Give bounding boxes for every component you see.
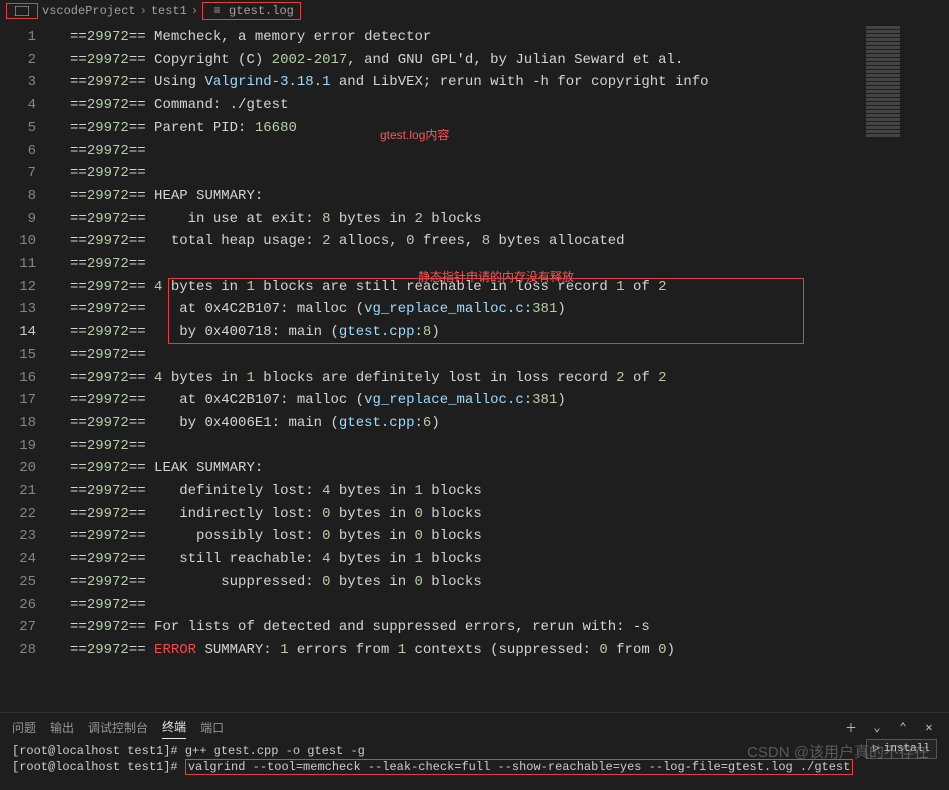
code-line: ==29972== still reachable: 4 bytes in 1 …: [70, 548, 859, 571]
line-number: 23: [0, 525, 50, 548]
line-number: 6: [0, 140, 50, 163]
chevron-down-icon[interactable]: ⌄: [869, 720, 885, 735]
code-line: ==29972== LEAK SUMMARY:: [70, 457, 859, 480]
line-number: 10: [0, 230, 50, 253]
tab-output[interactable]: 输出: [50, 716, 74, 739]
code-line: ==29972== 4 bytes in 1 blocks are defini…: [70, 367, 859, 390]
code-line: ==29972== suppressed: 0 bytes in 0 block…: [70, 571, 859, 594]
code-line: ==29972== For lists of detected and supp…: [70, 616, 859, 639]
line-number: 5: [0, 117, 50, 140]
line-number: 14: [0, 321, 50, 344]
play-icon: ▷: [873, 741, 880, 757]
code-line: ==29972==: [70, 140, 859, 163]
line-number: 21: [0, 480, 50, 503]
code-line: ==29972==: [70, 344, 859, 367]
code-line: ==29972== by 0x400718: main (gtest.cpp:8…: [70, 321, 859, 344]
highlighted-command: valgrind --tool=memcheck --leak-check=fu…: [185, 759, 854, 775]
line-number: 26: [0, 594, 50, 617]
line-number: 28: [0, 639, 50, 662]
code-line: ==29972==: [70, 435, 859, 458]
explorer-icon[interactable]: [6, 3, 38, 19]
code-line: ==29972== HEAP SUMMARY:: [70, 185, 859, 208]
code-line: ==29972==: [70, 162, 859, 185]
line-number: 18: [0, 412, 50, 435]
line-number: 27: [0, 616, 50, 639]
line-number: 25: [0, 571, 50, 594]
line-number: 20: [0, 457, 50, 480]
code-line: ==29972== Using Valgrind-3.18.1 and LibV…: [70, 71, 859, 94]
new-terminal-icon[interactable]: ＋: [843, 719, 859, 736]
terminal-body[interactable]: ▷ install [root@localhost test1]# g++ gt…: [0, 741, 949, 777]
line-number: 4: [0, 94, 50, 117]
line-number: 11: [0, 253, 50, 276]
editor[interactable]: 1234567891011121314151617181920212223242…: [0, 22, 949, 712]
line-number: 17: [0, 389, 50, 412]
breadcrumb-part[interactable]: test1: [151, 4, 187, 18]
panel-tabs: 问题 输出 调试控制台 终端 端口 ＋ ⌄ ⌃ ✕: [0, 713, 949, 741]
line-number: 16: [0, 367, 50, 390]
line-number: 13: [0, 298, 50, 321]
line-number: 7: [0, 162, 50, 185]
code-line: ==29972== Parent PID: 16680: [70, 117, 859, 140]
code-line: ==29972== indirectly lost: 0 bytes in 0 …: [70, 503, 859, 526]
maximize-icon[interactable]: ⌃: [895, 720, 911, 735]
code-line: ==29972== by 0x4006E1: main (gtest.cpp:6…: [70, 412, 859, 435]
code-line: ==29972== total heap usage: 2 allocs, 0 …: [70, 230, 859, 253]
minimap[interactable]: [864, 22, 949, 712]
line-number: 8: [0, 185, 50, 208]
code-line: ==29972== 4 bytes in 1 blocks are still …: [70, 276, 859, 299]
line-number: 9: [0, 208, 50, 231]
line-number-gutter: 1234567891011121314151617181920212223242…: [0, 26, 50, 662]
line-number: 3: [0, 71, 50, 94]
code-line: ==29972== possibly lost: 0 bytes in 0 bl…: [70, 525, 859, 548]
tab-terminal[interactable]: 终端: [162, 715, 186, 739]
line-number: 22: [0, 503, 50, 526]
code-line: ==29972== Command: ./gtest: [70, 94, 859, 117]
bottom-panel: 问题 输出 调试控制台 终端 端口 ＋ ⌄ ⌃ ✕ ▷ install [roo…: [0, 712, 949, 790]
breadcrumb-file[interactable]: ≡ gtest.log: [202, 2, 301, 20]
terminal-line: [root@localhost test1]# g++ gtest.cpp -o…: [12, 743, 937, 759]
code-line: ==29972== in use at exit: 8 bytes in 2 b…: [70, 208, 859, 231]
line-number: 1: [0, 26, 50, 49]
code-line: ==29972== at 0x4C2B107: malloc (vg_repla…: [70, 298, 859, 321]
code-line: ==29972== Copyright (C) 2002-2017, and G…: [70, 49, 859, 72]
breadcrumb-file-label: gtest.log: [229, 4, 294, 18]
install-button[interactable]: ▷ install: [866, 739, 937, 759]
code-line: ==29972== at 0x4C2B107: malloc (vg_repla…: [70, 389, 859, 412]
file-icon: ≡: [209, 4, 225, 18]
code-view[interactable]: ==29972== Memcheck, a memory error detec…: [70, 26, 859, 662]
tab-ports[interactable]: 端口: [200, 716, 224, 739]
breadcrumb: vscodeProject › test1 › ≡ gtest.log: [0, 0, 949, 22]
install-label: install: [884, 741, 930, 757]
code-line: ==29972==: [70, 253, 859, 276]
line-number: 24: [0, 548, 50, 571]
code-line: ==29972==: [70, 594, 859, 617]
code-line: ==29972== Memcheck, a memory error detec…: [70, 26, 859, 49]
line-number: 12: [0, 276, 50, 299]
close-icon[interactable]: ✕: [921, 720, 937, 735]
tab-debug-console[interactable]: 调试控制台: [88, 716, 148, 739]
code-line: ==29972== definitely lost: 4 bytes in 1 …: [70, 480, 859, 503]
breadcrumb-part[interactable]: vscodeProject: [42, 4, 136, 18]
line-number: 19: [0, 435, 50, 458]
line-number: 15: [0, 344, 50, 367]
line-number: 2: [0, 49, 50, 72]
terminal-line: [root@localhost test1]# valgrind --tool=…: [12, 759, 937, 775]
chevron-right-icon: ›: [140, 4, 147, 18]
code-line: ==29972== ERROR SUMMARY: 1 errors from 1…: [70, 639, 859, 662]
tab-problems[interactable]: 问题: [12, 716, 36, 739]
chevron-right-icon: ›: [191, 4, 198, 18]
